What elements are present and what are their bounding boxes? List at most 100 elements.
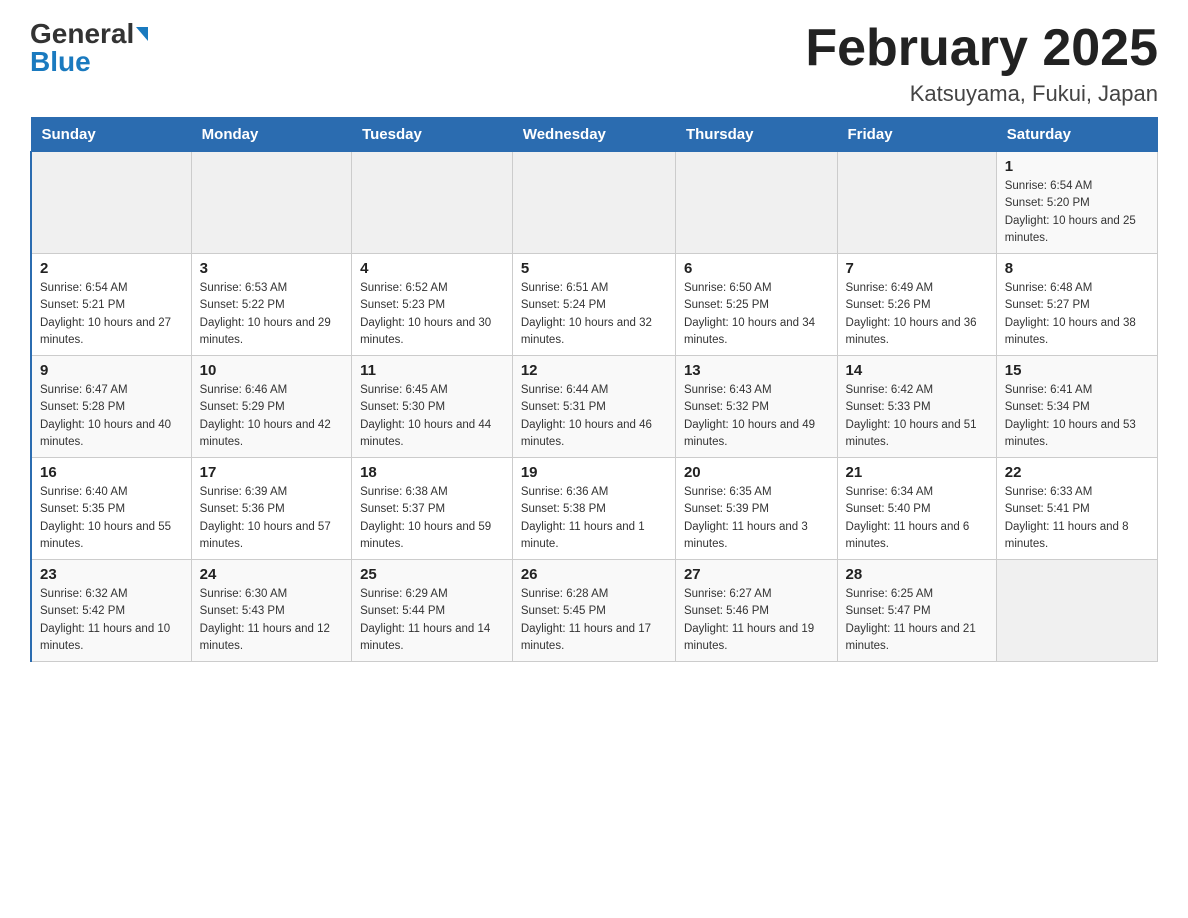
title-block: February 2025 Katsuyama, Fukui, Japan: [805, 20, 1158, 107]
page-subtitle: Katsuyama, Fukui, Japan: [805, 81, 1158, 107]
calendar-cell: 16 Sunrise: 6:40 AMSunset: 5:35 PMDayligh…: [31, 458, 191, 560]
day-info: Sunrise: 6:39 AMSunset: 5:36 PMDaylight:…: [200, 484, 343, 553]
calendar-cell: 11Sunrise: 6:45 AMSunset: 5:30 PMDayligh…: [352, 356, 513, 458]
day-info: Sunrise: 6:28 AMSunset: 5:45 PMDaylight:…: [521, 586, 667, 655]
calendar-cell: 3 Sunrise: 6:53 AMSunset: 5:22 PMDaylight…: [191, 254, 351, 356]
calendar-week-row: 2 Sunrise: 6:54 AMSunset: 5:21 PMDaylight…: [31, 254, 1158, 356]
calendar-cell: 22 Sunrise: 6:33 AMSunset: 5:41 PMDayligh…: [996, 458, 1157, 560]
calendar-cell: 18 Sunrise: 6:38 AMSunset: 5:37 PMDayligh…: [352, 458, 513, 560]
day-info: Sunrise: 6:52 AMSunset: 5:23 PMDaylight:…: [360, 280, 504, 349]
calendar-cell: [996, 560, 1157, 662]
day-info: Sunrise: 6:41 AMSunset: 5:34 PMDaylight:…: [1005, 382, 1149, 451]
day-number: 7: [846, 260, 988, 277]
day-info: Sunrise: 6:54 AMSunset: 5:21 PMDaylight:…: [40, 280, 183, 349]
header-wednesday: Wednesday: [512, 118, 675, 152]
calendar-cell: 7 Sunrise: 6:49 AMSunset: 5:26 PMDaylight…: [837, 254, 996, 356]
day-number: 3: [200, 260, 343, 277]
day-info: Sunrise: 6:44 AMSunset: 5:31 PMDaylight:…: [521, 382, 667, 451]
day-number: 18: [360, 464, 504, 481]
day-info: Sunrise: 6:34 AMSunset: 5:40 PMDaylight:…: [846, 484, 988, 553]
day-number: 14: [846, 362, 988, 379]
day-number: 8: [1005, 260, 1149, 277]
day-info: Sunrise: 6:50 AMSunset: 5:25 PMDaylight:…: [684, 280, 829, 349]
calendar-cell: 19 Sunrise: 6:36 AMSunset: 5:38 PMDayligh…: [512, 458, 675, 560]
day-number: 21: [846, 464, 988, 481]
calendar-cell: 20 Sunrise: 6:35 AMSunset: 5:39 PMDayligh…: [675, 458, 837, 560]
day-number: 22: [1005, 464, 1149, 481]
page-title: February 2025: [805, 20, 1158, 77]
day-number: 9: [40, 362, 183, 379]
day-info: Sunrise: 6:49 AMSunset: 5:26 PMDaylight:…: [846, 280, 988, 349]
calendar-cell: 10Sunrise: 6:46 AMSunset: 5:29 PMDayligh…: [191, 356, 351, 458]
header-thursday: Thursday: [675, 118, 837, 152]
day-info: Sunrise: 6:32 AMSunset: 5:42 PMDaylight:…: [40, 586, 183, 655]
day-number: 23: [40, 566, 183, 583]
calendar-cell: 28 Sunrise: 6:25 AMSunset: 5:47 PMDayligh…: [837, 560, 996, 662]
calendar-week-row: 9 Sunrise: 6:47 AMSunset: 5:28 PMDaylight…: [31, 356, 1158, 458]
calendar-cell: 17 Sunrise: 6:39 AMSunset: 5:36 PMDayligh…: [191, 458, 351, 560]
day-number: 27: [684, 566, 829, 583]
calendar-cell: 23 Sunrise: 6:32 AMSunset: 5:42 PMDayligh…: [31, 560, 191, 662]
header-tuesday: Tuesday: [352, 118, 513, 152]
day-number: 12: [521, 362, 667, 379]
calendar-cell: 9 Sunrise: 6:47 AMSunset: 5:28 PMDaylight…: [31, 356, 191, 458]
calendar-cell: 26 Sunrise: 6:28 AMSunset: 5:45 PMDayligh…: [512, 560, 675, 662]
header-saturday: Saturday: [996, 118, 1157, 152]
calendar-week-row: 16 Sunrise: 6:40 AMSunset: 5:35 PMDayligh…: [31, 458, 1158, 560]
day-info: Sunrise: 6:33 AMSunset: 5:41 PMDaylight:…: [1005, 484, 1149, 553]
day-info: Sunrise: 6:36 AMSunset: 5:38 PMDaylight:…: [521, 484, 667, 553]
day-info: Sunrise: 6:46 AMSunset: 5:29 PMDaylight:…: [200, 382, 343, 451]
day-info: Sunrise: 6:47 AMSunset: 5:28 PMDaylight:…: [40, 382, 183, 451]
calendar-cell: 21 Sunrise: 6:34 AMSunset: 5:40 PMDayligh…: [837, 458, 996, 560]
calendar-week-row: 1Sunrise: 6:54 AMSunset: 5:20 PMDaylight…: [31, 152, 1158, 254]
logo-general-text: General: [30, 20, 134, 48]
calendar-cell: 12 Sunrise: 6:44 AMSunset: 5:31 PMDayligh…: [512, 356, 675, 458]
day-info: Sunrise: 6:35 AMSunset: 5:39 PMDaylight:…: [684, 484, 829, 553]
day-info: Sunrise: 6:30 AMSunset: 5:43 PMDaylight:…: [200, 586, 343, 655]
day-info: Sunrise: 6:53 AMSunset: 5:22 PMDaylight:…: [200, 280, 343, 349]
calendar-cell: [675, 152, 837, 254]
day-number: 17: [200, 464, 343, 481]
day-info: Sunrise: 6:27 AMSunset: 5:46 PMDaylight:…: [684, 586, 829, 655]
logo-arrow-icon: [136, 27, 148, 41]
day-info: Sunrise: 6:25 AMSunset: 5:47 PMDaylight:…: [846, 586, 988, 655]
day-number: 26: [521, 566, 667, 583]
day-number: 4: [360, 260, 504, 277]
calendar-cell: 5Sunrise: 6:51 AMSunset: 5:24 PMDaylight…: [512, 254, 675, 356]
calendar-week-row: 23 Sunrise: 6:32 AMSunset: 5:42 PMDayligh…: [31, 560, 1158, 662]
header-friday: Friday: [837, 118, 996, 152]
logo: General Blue: [30, 20, 148, 76]
day-info: Sunrise: 6:38 AMSunset: 5:37 PMDaylight:…: [360, 484, 504, 553]
day-number: 16: [40, 464, 183, 481]
calendar-cell: [191, 152, 351, 254]
days-of-week-row: Sunday Monday Tuesday Wednesday Thursday…: [31, 118, 1158, 152]
day-info: Sunrise: 6:51 AMSunset: 5:24 PMDaylight:…: [521, 280, 667, 349]
day-info: Sunrise: 6:48 AMSunset: 5:27 PMDaylight:…: [1005, 280, 1149, 349]
calendar-header: Sunday Monday Tuesday Wednesday Thursday…: [31, 118, 1158, 152]
day-number: 15: [1005, 362, 1149, 379]
day-info: Sunrise: 6:40 AMSunset: 5:35 PMDaylight:…: [40, 484, 183, 553]
calendar-cell: 15 Sunrise: 6:41 AMSunset: 5:34 PMDayligh…: [996, 356, 1157, 458]
day-number: 1: [1005, 158, 1149, 175]
day-info: Sunrise: 6:45 AMSunset: 5:30 PMDaylight:…: [360, 382, 504, 451]
day-number: 6: [684, 260, 829, 277]
header-monday: Monday: [191, 118, 351, 152]
day-number: 20: [684, 464, 829, 481]
calendar-cell: 1Sunrise: 6:54 AMSunset: 5:20 PMDaylight…: [996, 152, 1157, 254]
calendar-table: Sunday Monday Tuesday Wednesday Thursday…: [30, 117, 1158, 662]
day-number: 2: [40, 260, 183, 277]
calendar-cell: 4 Sunrise: 6:52 AMSunset: 5:23 PMDaylight…: [352, 254, 513, 356]
calendar-cell: 25Sunrise: 6:29 AMSunset: 5:44 PMDayligh…: [352, 560, 513, 662]
calendar-cell: 2 Sunrise: 6:54 AMSunset: 5:21 PMDaylight…: [31, 254, 191, 356]
day-number: 13: [684, 362, 829, 379]
calendar-cell: 24 Sunrise: 6:30 AMSunset: 5:43 PMDayligh…: [191, 560, 351, 662]
day-info: Sunrise: 6:43 AMSunset: 5:32 PMDaylight:…: [684, 382, 829, 451]
day-number: 19: [521, 464, 667, 481]
day-number: 28: [846, 566, 988, 583]
day-number: 25: [360, 566, 504, 583]
calendar-cell: [837, 152, 996, 254]
calendar-cell: [352, 152, 513, 254]
calendar-cell: 8 Sunrise: 6:48 AMSunset: 5:27 PMDaylight…: [996, 254, 1157, 356]
logo-blue-text: Blue: [30, 48, 91, 76]
day-number: 24: [200, 566, 343, 583]
